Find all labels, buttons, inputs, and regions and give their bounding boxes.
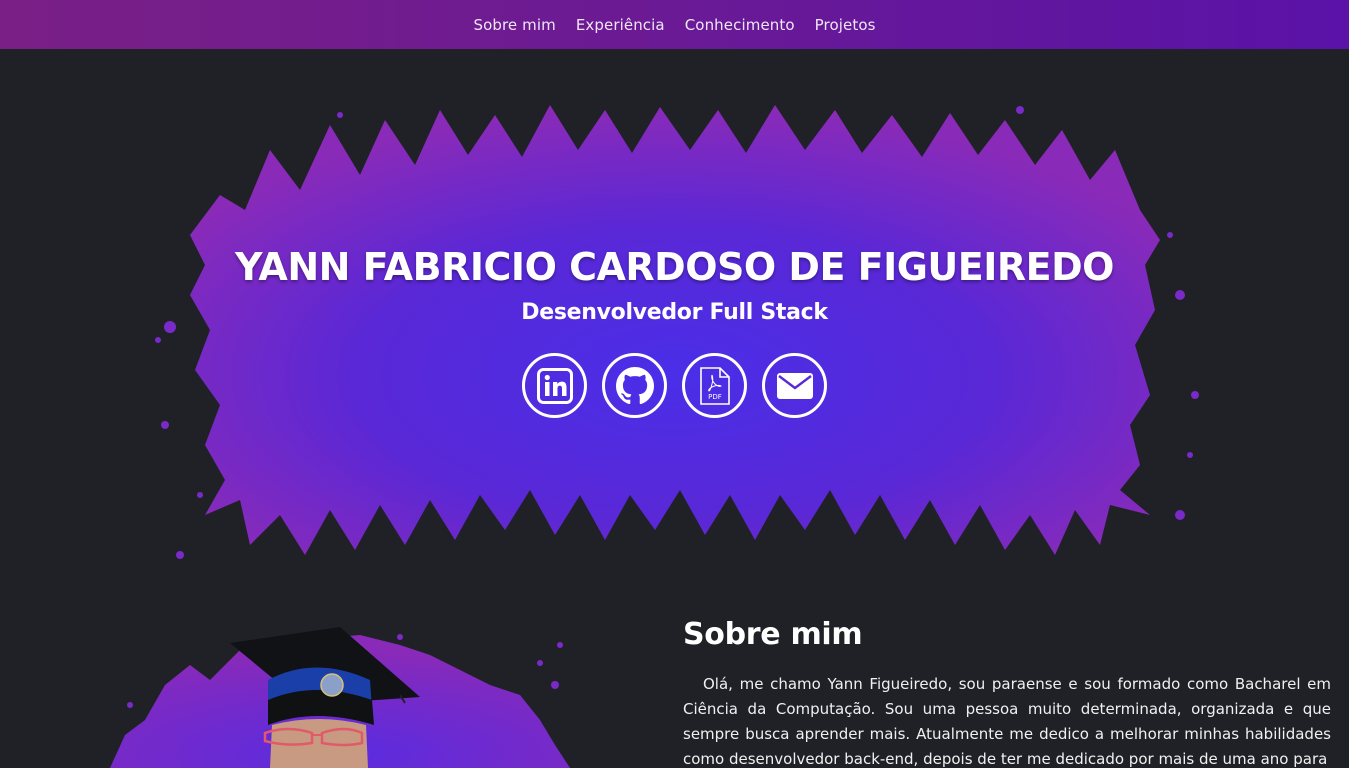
email-button[interactable] [762,353,827,418]
top-navbar: Sobre mim Experiência Conhecimento Proje… [0,0,1349,49]
nav-link-projetos[interactable]: Projetos [815,16,876,34]
linkedin-button[interactable] [522,353,587,418]
linkedin-icon [536,367,573,404]
about-description: Olá, me chamo Yann Figueiredo, sou parae… [683,675,1331,768]
about-section-title: Sobre mim [683,617,863,652]
envelope-icon [776,372,813,399]
nav-link-experiencia[interactable]: Experiência [576,16,665,34]
pdf-label: PDF [708,393,722,401]
social-links: PDF [522,353,827,418]
resume-pdf-button[interactable]: PDF [682,353,747,418]
hero-splash-background [150,95,1210,570]
pdf-icon: PDF [699,366,730,405]
hero-role-subtitle: Desenvolvedor Full Stack [521,300,828,325]
profile-photo [100,625,570,768]
nav-link-conhecimento[interactable]: Conhecimento [685,16,795,34]
github-button[interactable] [602,353,667,418]
paint-splash-graphic [155,105,1199,559]
hero-name-heading: YANN FABRICIO CARDOSO DE FIGUEIREDO [235,245,1114,289]
github-icon [615,366,654,404]
nav-link-sobre-mim[interactable]: Sobre mim [473,16,555,34]
profile-photo-graphic [110,627,570,768]
